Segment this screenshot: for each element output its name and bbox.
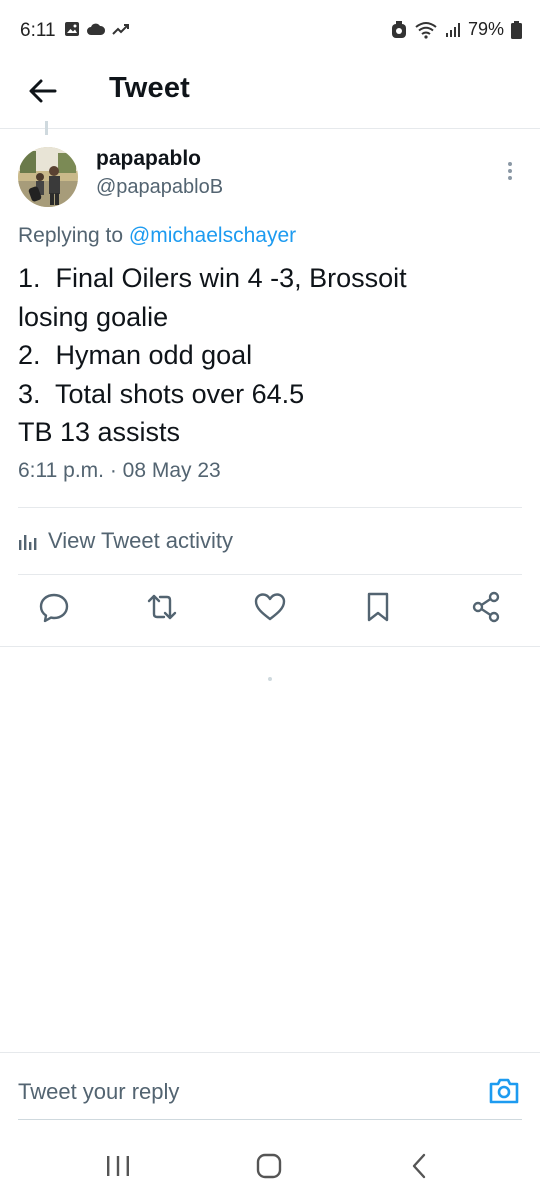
reply-input[interactable]: Tweet your reply bbox=[18, 1079, 179, 1105]
divider bbox=[0, 646, 540, 647]
display-name[interactable]: papapablo bbox=[96, 147, 201, 171]
reply-icon[interactable] bbox=[37, 590, 71, 624]
camera-icon[interactable] bbox=[488, 1075, 520, 1107]
tweet-timestamp: 6:11 p.m. · 08 May 23 bbox=[18, 459, 221, 482]
avatar[interactable] bbox=[18, 147, 78, 207]
cloud-icon bbox=[87, 23, 106, 35]
like-icon[interactable] bbox=[253, 590, 287, 624]
thread-connector-line bbox=[45, 121, 48, 135]
replying-to: Replying to @michaelschayer bbox=[18, 224, 296, 248]
view-activity-label: View Tweet activity bbox=[48, 528, 234, 553]
reply-bar: Tweet your reply bbox=[0, 1052, 540, 1121]
tweet-line: 3. Total shots over 64.5 bbox=[18, 378, 305, 409]
reply-underline bbox=[18, 1119, 522, 1120]
bookmark-icon[interactable] bbox=[361, 590, 395, 624]
wifi-icon bbox=[415, 21, 437, 39]
signal-icon bbox=[445, 22, 460, 37]
loading-dot bbox=[268, 677, 272, 681]
app-header: Tweet bbox=[0, 62, 540, 129]
share-icon[interactable] bbox=[469, 590, 503, 624]
status-bar: 6:11 79% bbox=[0, 0, 540, 62]
tweet-line: TB 13 assists bbox=[18, 417, 181, 447]
status-time: 6:11 bbox=[20, 20, 56, 41]
retweet-icon[interactable] bbox=[145, 590, 179, 624]
user-handle[interactable]: @papapabloB bbox=[96, 176, 223, 199]
alarm-icon bbox=[391, 20, 406, 38]
divider bbox=[18, 574, 522, 575]
image-icon bbox=[65, 22, 79, 36]
page-title: Tweet bbox=[109, 72, 191, 104]
analytics-icon bbox=[19, 535, 37, 550]
system-nav-bar bbox=[0, 1130, 540, 1200]
tweet-line: 2. Hyman odd goal bbox=[18, 340, 253, 370]
recent-apps-icon[interactable] bbox=[102, 1150, 134, 1182]
back-nav-icon[interactable] bbox=[404, 1150, 436, 1182]
tweet-body: 1. Final Oilers win 4 -3, Brossoit losin… bbox=[18, 259, 518, 452]
back-arrow-icon[interactable] bbox=[26, 74, 60, 108]
tweet-line: 1. Final Oilers win 4 -3, Brossoit bbox=[18, 263, 407, 293]
replying-prefix: Replying to bbox=[18, 224, 129, 247]
trend-icon bbox=[112, 24, 129, 35]
home-icon[interactable] bbox=[253, 1150, 285, 1182]
divider bbox=[18, 507, 522, 508]
tweet-line: losing goalie bbox=[18, 301, 169, 332]
battery-level: 79% bbox=[467, 19, 504, 39]
mention-link[interactable]: @michaelschayer bbox=[129, 224, 296, 247]
more-options-icon[interactable] bbox=[500, 160, 520, 182]
battery-icon bbox=[511, 20, 522, 39]
tweet-actions bbox=[0, 590, 540, 630]
view-activity-link[interactable]: View Tweet activity bbox=[18, 528, 233, 554]
